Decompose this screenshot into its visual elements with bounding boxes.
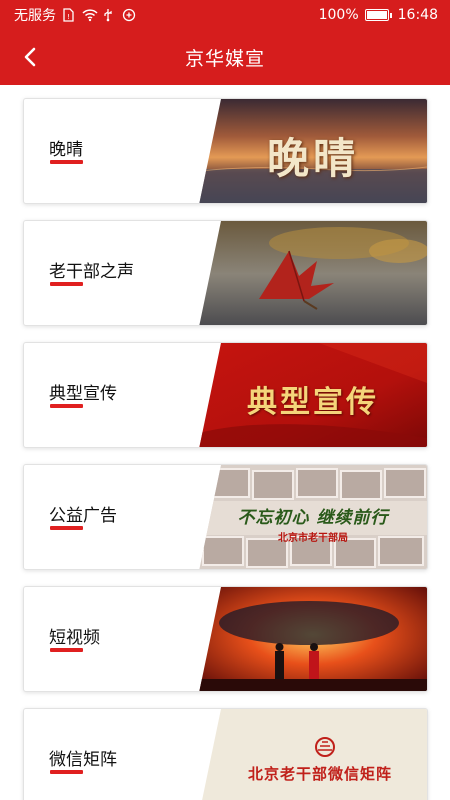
battery-percent: 100% <box>318 7 359 23</box>
card-label: 老干部之声 <box>49 262 134 282</box>
carrier-text: 无服务 <box>14 8 56 24</box>
card-underline <box>50 404 83 408</box>
svg-text:!: ! <box>67 13 70 21</box>
battery-icon <box>364 9 392 21</box>
status-left: 无服务 ! <box>14 5 136 25</box>
wifi-icon <box>82 8 98 22</box>
card-thumbnail <box>199 221 427 325</box>
back-button[interactable] <box>14 41 46 73</box>
card-thumbnail: 不忘初心 继续前行 北京市老干部局 <box>199 465 427 569</box>
card-short-video[interactable]: 短视频 <box>23 586 428 692</box>
card-underline <box>50 160 83 164</box>
card-label: 典型宣传 <box>49 384 117 404</box>
card-underline <box>50 282 83 286</box>
thumb-title: 典型宣传 <box>247 385 379 420</box>
card-wanqing[interactable]: 晚晴 晚晴 <box>23 98 428 204</box>
card-public-service-ads[interactable]: 公益广告 不忘初心 继续前行 北京市老干部局 <box>23 464 428 570</box>
card-label: 短视频 <box>49 628 100 648</box>
usb-icon <box>102 8 116 22</box>
status-bar: 无服务 ! 100% 16:48 <box>0 0 450 30</box>
card-thumbnail: 北京老干部微信矩阵 <box>199 709 427 800</box>
app-header: 京华媒宣 <box>0 30 450 85</box>
card-laoganbu-voice[interactable]: 老干部之声 <box>23 220 428 326</box>
card-wechat-matrix[interactable]: 微信矩阵 北京老干部微信矩阵 <box>23 708 428 800</box>
thumb-slogan: 不忘初心 继续前行 <box>237 508 389 528</box>
thumb-title: 北京老干部微信矩阵 <box>247 765 392 783</box>
card-underline <box>50 770 83 774</box>
card-underline <box>50 648 83 652</box>
sim-card-icon: ! <box>62 8 76 22</box>
card-underline <box>50 526 83 530</box>
card-thumbnail: 典型宣传 <box>199 343 427 447</box>
card-thumbnail: 晚晴 <box>199 99 427 203</box>
thumb-subtitle: 北京市老干部局 <box>278 533 348 544</box>
card-thumbnail <box>199 587 427 691</box>
data-saver-icon <box>122 8 136 22</box>
chevron-left-icon <box>24 47 36 67</box>
battery-fill <box>366 11 387 19</box>
clock: 16:48 <box>397 7 438 23</box>
media-list: 晚晴 晚晴 老干部之声 典型宣传 典型宣传 公益广告 不忘初心 继续前行 北京市… <box>0 85 450 800</box>
card-label: 晚晴 <box>49 140 83 160</box>
page-title: 京华媒宣 <box>184 48 265 70</box>
card-label: 公益广告 <box>49 506 117 526</box>
card-typical-publicity[interactable]: 典型宣传 典型宣传 <box>23 342 428 448</box>
thumb-title: 晚晴 <box>266 134 359 183</box>
card-label: 微信矩阵 <box>49 750 117 770</box>
status-right: 100% 16:48 <box>319 7 438 23</box>
